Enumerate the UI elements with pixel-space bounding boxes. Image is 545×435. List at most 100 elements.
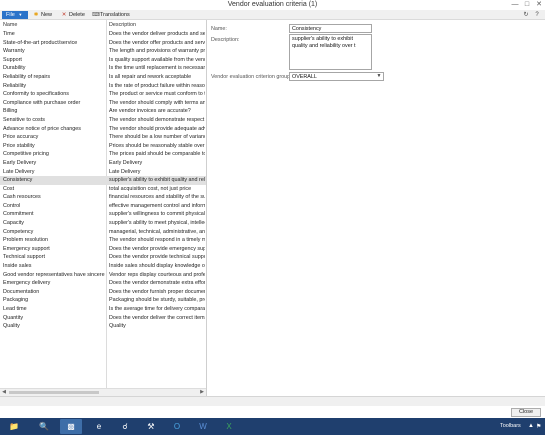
cell-description[interactable]: Is the rate of product failure within re… [109,82,205,91]
close-window-icon[interactable]: ✕ [533,0,545,9]
cell-name[interactable]: Good vendor representatives have sincere… [3,271,105,280]
cell-description[interactable]: Early Delivery [109,159,205,168]
scroll-thumb[interactable] [9,391,99,394]
table-row[interactable]: Compliance with purchase order The vendor… [0,99,206,108]
table-row[interactable]: Price accuracy There should be a low numb… [0,133,206,142]
table-row[interactable]: Price stability Prices should be reasonab… [0,142,206,151]
cell-name[interactable]: Early Delivery [3,159,105,168]
cell-name[interactable]: Reliability of repairs [3,73,105,82]
cell-name[interactable]: Price accuracy [3,133,105,142]
cell-description[interactable]: Does the vendor deliver products and ser… [109,30,205,39]
table-row[interactable]: Emergency support Does the vendor provide… [0,245,206,254]
cell-name[interactable]: Time [3,30,105,39]
cell-name[interactable]: Quality [3,322,105,331]
cell-description[interactable]: The vendor should respond in a timely ma [109,236,205,245]
table-row[interactable]: Technical support Does the vendor provide… [0,253,206,262]
table-row[interactable]: Competitive pricing The prices paid shoul… [0,150,206,159]
cell-description[interactable]: Quality [109,322,205,331]
cell-name[interactable]: Problem resolution [3,236,105,245]
cell-description[interactable]: There should be a low number of variance… [109,133,205,142]
tools-icon[interactable]: ⚒ [140,419,162,434]
cell-name[interactable]: Commitment [3,210,105,219]
cell-description[interactable]: Vendor reps display courteous and profes… [109,271,205,280]
cell-name[interactable]: Capacity [3,219,105,228]
cell-name[interactable]: Advance notice of price changes [3,125,105,134]
table-row[interactable]: Problem resolution The vendor should resp… [0,236,206,245]
cell-description[interactable]: The vendor should provide adequate advar [109,125,205,134]
table-row[interactable]: Cost total acquisition cost, not just pri… [0,185,206,194]
cell-name[interactable]: Conformity to specifications [3,90,105,99]
column-header-description[interactable]: Description [106,20,136,30]
toolbars-label[interactable]: Toolbars [500,423,521,429]
table-row[interactable]: Conformity to specifications The product … [0,90,206,99]
cell-description[interactable]: Packaging should be sturdy, suitable, pr… [109,296,205,305]
help-icon[interactable]: ? [533,11,541,19]
table-row[interactable]: Reliability of repairs Is all repair and … [0,73,206,82]
cell-description[interactable]: Is quality support available from the ve… [109,56,205,65]
cell-name[interactable]: Price stability [3,142,105,151]
cell-description[interactable]: The length and provisions of warranty pr… [109,47,205,56]
translations-button[interactable]: ⌨Translations [92,11,130,19]
table-row[interactable]: Billing Are vendor invoices are accurate? [0,107,206,116]
cell-name[interactable]: Cost [3,185,105,194]
cell-description[interactable]: supplier's willingness to commit physica… [109,210,205,219]
excel-icon[interactable]: X [218,419,240,434]
cell-description[interactable]: Are vendor invoices are accurate? [109,107,205,116]
cell-description[interactable]: Prices should be reasonably stable over … [109,142,205,151]
cell-name[interactable]: Control [3,202,105,211]
cell-name[interactable]: Late Delivery [3,168,105,177]
cell-description[interactable]: supplier's ability to exhibit quality an… [109,176,205,185]
cell-description[interactable]: The product or service must conform to t… [109,90,205,99]
dynamics-ax-icon[interactable]: ▩ [60,419,82,434]
maximize-icon[interactable]: □ [521,0,533,9]
cell-name[interactable]: Cash resources [3,193,105,202]
cell-name[interactable]: Documentation [3,288,105,297]
cell-description[interactable]: Late Delivery [109,168,205,177]
flag-tray-icon[interactable]: ⚑ [536,423,541,430]
file-menu-button[interactable]: File ▼ [2,11,28,19]
table-row[interactable]: Commitment supplier's willingness to comm… [0,210,206,219]
cell-description[interactable]: The vendor should comply with terms and [109,99,205,108]
table-row[interactable]: Sensitive to costs The vendor should demo… [0,116,206,125]
table-row[interactable]: Inside sales Inside sales should display … [0,262,206,271]
horizontal-scrollbar[interactable]: ◀ ▶ [0,388,206,396]
refresh-icon[interactable]: ↻ [522,11,530,19]
cell-name[interactable]: Inside sales [3,262,105,271]
table-row[interactable]: Durability Is the time until replacement … [0,64,206,73]
cell-name[interactable]: Compliance with purchase order [3,99,105,108]
table-row[interactable]: Advance notice of price changes The vendo… [0,125,206,134]
cell-description[interactable]: Does the vendor offer products and servi… [109,39,205,48]
table-row[interactable]: Capacity supplier's ability to meet physi… [0,219,206,228]
table-row[interactable]: Documentation Does the vendor furnish pro… [0,288,206,297]
table-row[interactable]: Quantity Does the vendor deliver the corr… [0,314,206,323]
cell-description[interactable]: total acquisition cost, not just price [109,185,205,194]
cell-description[interactable]: Is the average time for delivery compara… [109,305,205,314]
cell-name[interactable]: Competency [3,228,105,237]
cell-name[interactable]: Emergency delivery [3,279,105,288]
search-icon[interactable]: 🔍 [33,419,55,434]
table-row[interactable]: Support Is quality support available from… [0,56,206,65]
cell-name[interactable]: Durability [3,64,105,73]
cell-description[interactable]: Does the vendor deliver the correct item… [109,314,205,323]
table-row[interactable]: Lead time Is the average time for deliver… [0,305,206,314]
table-row[interactable]: Late Delivery Late Delivery [0,168,206,177]
table-row[interactable]: Emergency delivery Does the vendor demons… [0,279,206,288]
criterion-group-select[interactable]: OVERALL ▼ [289,72,384,81]
column-header-name[interactable]: Name [0,20,17,30]
cell-name[interactable]: Billing [3,107,105,116]
description-field[interactable]: supplier's ability to exhibit quality an… [289,34,372,70]
minimize-icon[interactable]: — [509,0,521,9]
table-row[interactable]: Packaging Packaging should be sturdy, sui… [0,296,206,305]
cell-description[interactable]: Does the vendor furnish proper documenta [109,288,205,297]
cell-description[interactable]: Does the vendor provide emergency suppo [109,245,205,254]
table-row[interactable]: Competency managerial, technical, adminis… [0,228,206,237]
cell-description[interactable]: The vendor should demonstrate respect fo… [109,116,205,125]
table-row[interactable]: Cash resources financial resources and st… [0,193,206,202]
table-row[interactable]: Early Delivery Early Delivery [0,159,206,168]
cell-description[interactable]: The prices paid should be comparable to … [109,150,205,159]
word-icon[interactable]: W [192,419,214,434]
cell-name[interactable]: Consistency [3,176,105,185]
cell-description[interactable]: Does the vendor demonstrate extra effort [109,279,205,288]
cell-description[interactable]: managerial, technical, administrative, a… [109,228,205,237]
network-icon[interactable]: ☌ [114,419,136,434]
